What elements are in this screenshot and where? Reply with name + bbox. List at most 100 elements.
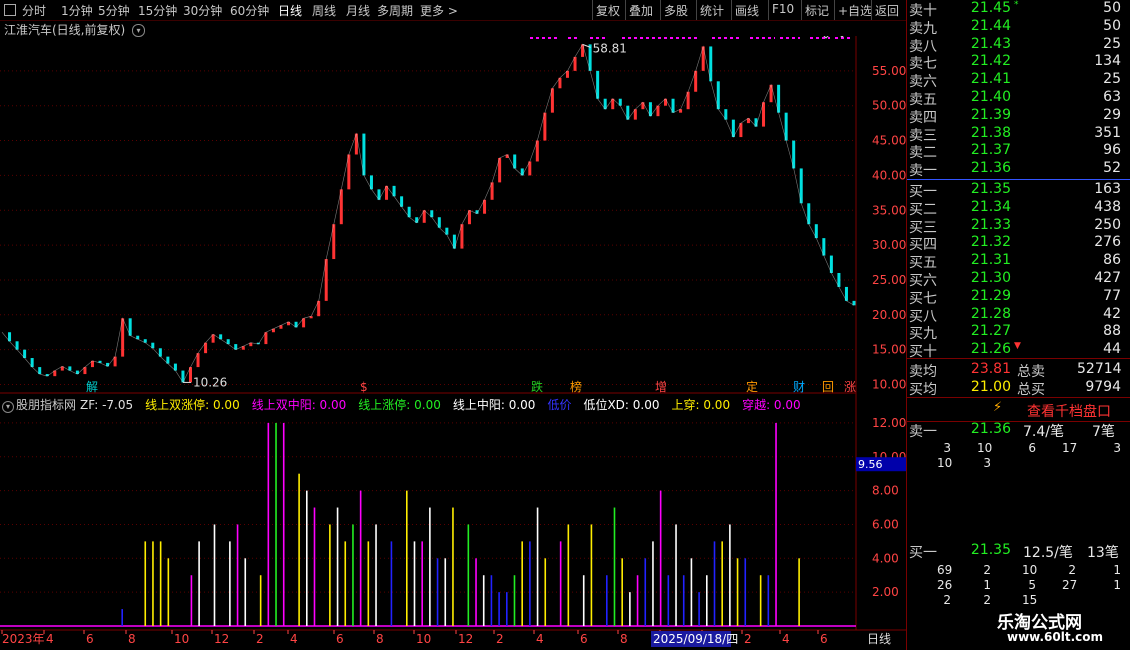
bid-row[interactable]: 买八 21.28 42: [907, 306, 1130, 325]
queue-cell: 5: [1028, 578, 1036, 592]
toolbar-action-6[interactable]: 标记: [805, 2, 829, 19]
ask-row[interactable]: 卖六 21.41 25: [907, 71, 1130, 90]
indicator-bar: [421, 541, 423, 626]
ask-volume: 50: [1103, 17, 1121, 34]
toolbar-item-3[interactable]: 15分钟: [138, 2, 177, 19]
bid-row[interactable]: 买九 21.27 88: [907, 323, 1130, 342]
ask-row[interactable]: 卖三 21.38 351: [907, 125, 1130, 144]
bid-row[interactable]: 买六 21.30 427: [907, 270, 1130, 289]
ask-label: 卖一: [909, 163, 937, 180]
ask-row[interactable]: 卖七 21.42 134: [907, 53, 1130, 72]
toolbar-action-7[interactable]: +自选: [838, 2, 872, 19]
queue-cell: 27: [1062, 578, 1078, 592]
indicator-bar: [275, 422, 277, 626]
x-tick-label: 10: [416, 632, 431, 646]
x-tick-label: 10: [174, 632, 189, 646]
ask-average-row: 卖均 23.81 总卖 52714: [907, 361, 1130, 380]
bid-row[interactable]: 买二 21.34 438: [907, 199, 1130, 218]
bid-row[interactable]: 买十 21.26 ▼ 44: [907, 341, 1130, 360]
annotation-low: 10.26: [193, 375, 227, 389]
toolbar-action-8[interactable]: 返回: [875, 2, 899, 19]
toolbar-item-0[interactable]: 分时: [22, 2, 46, 19]
toolbar-separator: [731, 0, 732, 20]
indicator-grid: [0, 422, 856, 627]
queue-cell: 69: [937, 563, 953, 577]
bid-volume: 88: [1103, 323, 1121, 340]
toolbar-action-0[interactable]: 复权: [596, 2, 620, 19]
event-marker: 回: [822, 380, 834, 394]
depth-button-label: 查看千档盘口: [1027, 404, 1111, 420]
bid-row[interactable]: 买五 21.31 86: [907, 252, 1130, 271]
spread-divider: [907, 179, 1130, 180]
watermark-url: www.60lt.com: [1007, 630, 1104, 644]
ask-price: 21.41: [970, 71, 1011, 88]
indicator-bar: [536, 507, 539, 626]
toolbar-item-9[interactable]: 多周期: [377, 2, 413, 19]
indicator-bar: [506, 592, 508, 626]
ask-row[interactable]: 卖二 21.37 96: [907, 142, 1130, 161]
bid-row[interactable]: 买七 21.29 77: [907, 288, 1130, 307]
bid-price: 21.33: [970, 216, 1011, 233]
x-tick-label: 8: [376, 632, 384, 646]
bid-avg-label: 买均: [909, 382, 937, 398]
indicator-bar: [582, 575, 585, 626]
toolbar-action-2[interactable]: 多股: [664, 2, 688, 19]
ask-avg-label: 卖均: [909, 364, 937, 380]
depth-button[interactable]: ⚡ 查看千档盘口: [907, 397, 1130, 422]
bid-row[interactable]: 买三 21.33 250: [907, 216, 1130, 236]
toolbar-action-4[interactable]: 画线: [735, 2, 759, 19]
queue-cell: 1: [1113, 578, 1121, 592]
x-tick-label: 4: [782, 632, 790, 646]
ask-row[interactable]: 卖九 21.44 50: [907, 17, 1130, 37]
indicator-toggle-icon[interactable]: ▾: [2, 401, 14, 413]
buy-one-label: 买一: [909, 545, 937, 561]
toolbar-item-1[interactable]: 1分钟: [61, 2, 93, 19]
indicator-bar: [336, 507, 339, 626]
event-marker: 定: [746, 379, 758, 394]
bid-row[interactable]: 买四 21.32 276: [907, 234, 1130, 253]
indicator-name: 股朋指标网: [16, 398, 77, 412]
toolbar-item-4[interactable]: 30分钟: [183, 2, 222, 19]
indicator-bar: [144, 541, 147, 626]
toolbar-item-2[interactable]: 5分钟: [98, 2, 130, 19]
indicator-bar: [213, 524, 216, 626]
x-tick-label: 2: [744, 632, 752, 646]
indicator-bar: [282, 422, 285, 626]
ask-row[interactable]: 卖十 21.45 * 50: [907, 0, 1130, 19]
toolbar-action-3[interactable]: 统计: [700, 2, 724, 19]
indicator-legend-item: 线上涨停: 0.00: [358, 398, 441, 412]
indicator-header: ▾ 股朋指标网 ZF: -7.05 线上双涨停: 0.00 线上双中阳: 0.00 线上涨…: [2, 396, 813, 413]
indicator-bar: [590, 524, 593, 626]
ask-volume: 134: [1094, 53, 1121, 70]
buy-one-per: 12.5/笔: [1023, 545, 1073, 561]
indicator-bar: [644, 558, 647, 626]
indicator-bar: [359, 490, 362, 626]
event-marker: 涨: [844, 379, 856, 394]
indicator-bar: [306, 490, 308, 626]
x-axis-background: [0, 630, 906, 650]
chart-area[interactable]: 55.00 50.00 45.00 40.00 35.00 30.00 25.00 20.00…: [0, 36, 906, 650]
bid-row[interactable]: 买一 21.35 163: [907, 181, 1130, 200]
ask-row[interactable]: 卖八 21.43 25: [907, 36, 1130, 55]
price-tick-label: 55.00: [872, 64, 906, 78]
toolbar-item-10[interactable]: 更多 >: [420, 2, 458, 19]
queue-cell: 2: [943, 593, 951, 607]
ask-price: 21.44: [970, 17, 1011, 34]
toolbar-item-5[interactable]: 60分钟: [230, 2, 269, 19]
cursor-date-label: 2025/09/18/四: [653, 632, 738, 646]
queue-cell: 2: [983, 593, 991, 607]
ask-row[interactable]: 卖五 21.40 63: [907, 89, 1130, 108]
toolbar-item-6[interactable]: 日线: [278, 2, 302, 19]
indicator-bar: [344, 541, 347, 626]
toolbar-action-5[interactable]: F10: [772, 2, 794, 16]
toolbar-action-1[interactable]: 叠加: [629, 2, 653, 19]
lightning-icon: ⚡: [993, 400, 1003, 415]
toolbar-item-7[interactable]: 周线: [312, 2, 336, 19]
ask-row[interactable]: 卖一 21.36 52: [907, 160, 1130, 180]
ask-row[interactable]: 卖四 21.39 29: [907, 107, 1130, 126]
toolbar-item-8[interactable]: 月线: [346, 2, 370, 19]
menu-icon[interactable]: [4, 4, 16, 16]
indicator-bar: [775, 422, 777, 626]
bid-price: 21.30: [970, 270, 1011, 286]
indicator-tick-label: 6.00: [872, 517, 899, 531]
